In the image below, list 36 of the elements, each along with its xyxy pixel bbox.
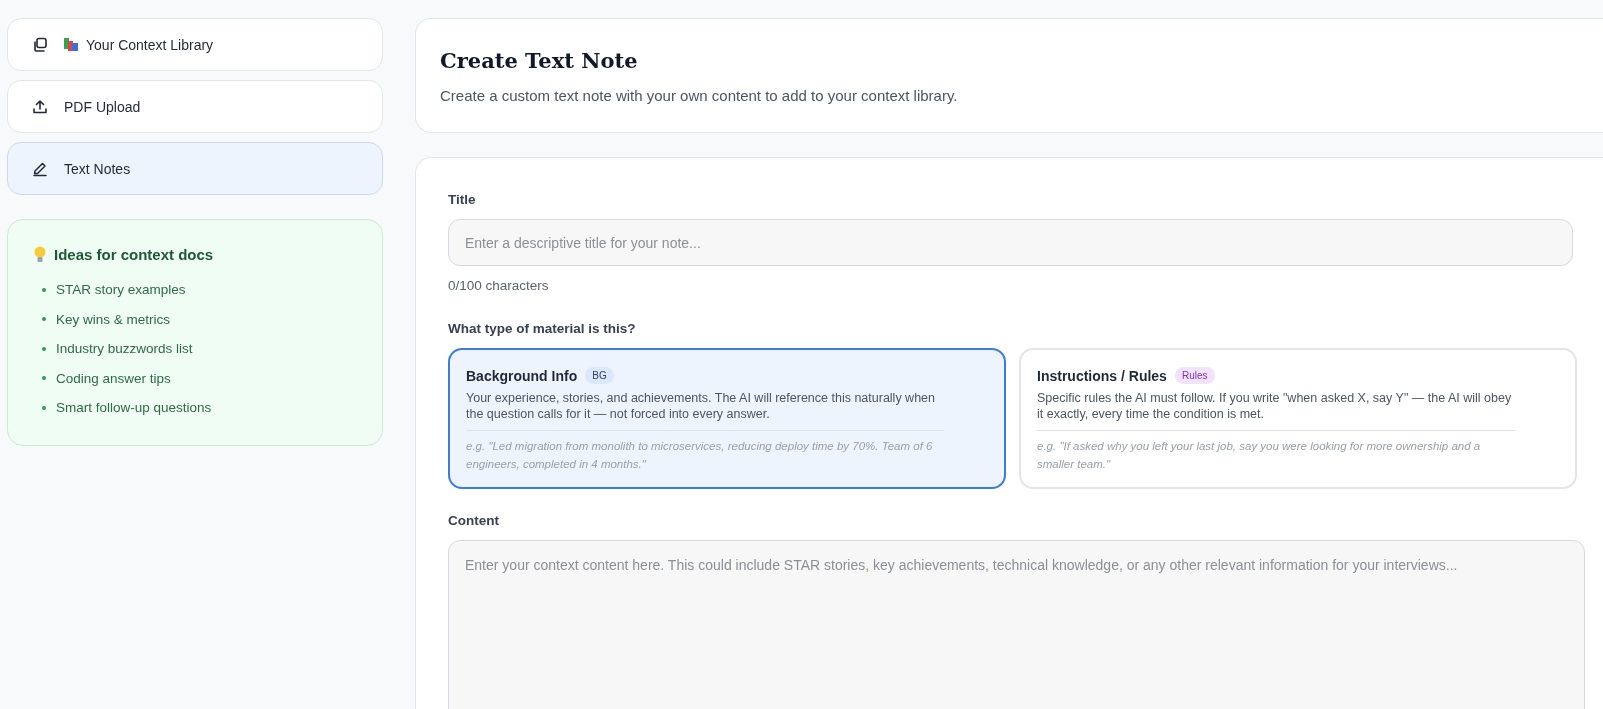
pen-icon xyxy=(32,160,48,177)
upload-icon xyxy=(32,98,48,115)
idea-item: Smart follow-up questions xyxy=(56,400,212,416)
sidebar-item[interactable]: PDF Upload xyxy=(7,80,383,133)
ideas-title: Ideas for context docs xyxy=(54,246,214,263)
title-field[interactable]: Enter a descriptive title for your note... xyxy=(448,219,1573,266)
option-title: Background Info xyxy=(466,367,578,384)
page-subtitle: Create a custom text note with your own content to add to your context library. xyxy=(440,87,959,104)
field-label: What type of material is this? xyxy=(448,321,637,336)
character-count: 0/100 characters xyxy=(448,278,550,293)
option-example: e.g. "Led migration from monolith to microservices, reducing deploy time by 70%. Team of 6 engineers, completed in 4 months." xyxy=(466,439,934,472)
idea-item: Industry buzzwords list xyxy=(56,341,193,357)
page-title: Create Text Note xyxy=(440,48,639,73)
field-label: Title xyxy=(448,192,477,207)
books-icon xyxy=(64,38,78,51)
bullet-icon xyxy=(42,376,46,381)
sidebar-item[interactable]: Text Notes xyxy=(7,142,383,195)
bullet-icon xyxy=(42,405,46,410)
type-badge: BG xyxy=(585,367,614,384)
bullet-icon xyxy=(42,346,46,351)
idea-item: Key wins & metrics xyxy=(56,311,171,327)
option-description: Specific rules the AI must follow. If you write "when asked X, say Y" — the AI will obey it exactly, every time the condition is met. xyxy=(1037,390,1515,431)
bullet-icon xyxy=(42,317,46,322)
option-title: Instructions / Rules xyxy=(1037,367,1167,384)
lightbulb-icon xyxy=(34,246,46,263)
idea-item: Coding answer tips xyxy=(56,370,171,386)
idea-item: STAR story examples xyxy=(56,282,186,298)
field-label: Content xyxy=(448,513,500,528)
bullet-icon xyxy=(42,287,46,292)
option-description: Your experience, stories, and achievements. The AI will reference this naturally when the question calls for it — not forced into every answer. xyxy=(466,390,944,431)
content-field[interactable]: Enter your context content here. This could include STAR stories, key achievements, technical knowledge, or any other relevant information for your interviews... xyxy=(448,540,1585,709)
type-badge: Rules xyxy=(1174,367,1215,384)
sidebar-item[interactable]: Your Context Library xyxy=(7,18,383,71)
copy-icon xyxy=(32,36,48,53)
material-type-option[interactable] xyxy=(448,348,1006,489)
option-example: e.g. "If asked why you left your last job, say you were looking for more ownership and a smaller team." xyxy=(1037,439,1482,472)
